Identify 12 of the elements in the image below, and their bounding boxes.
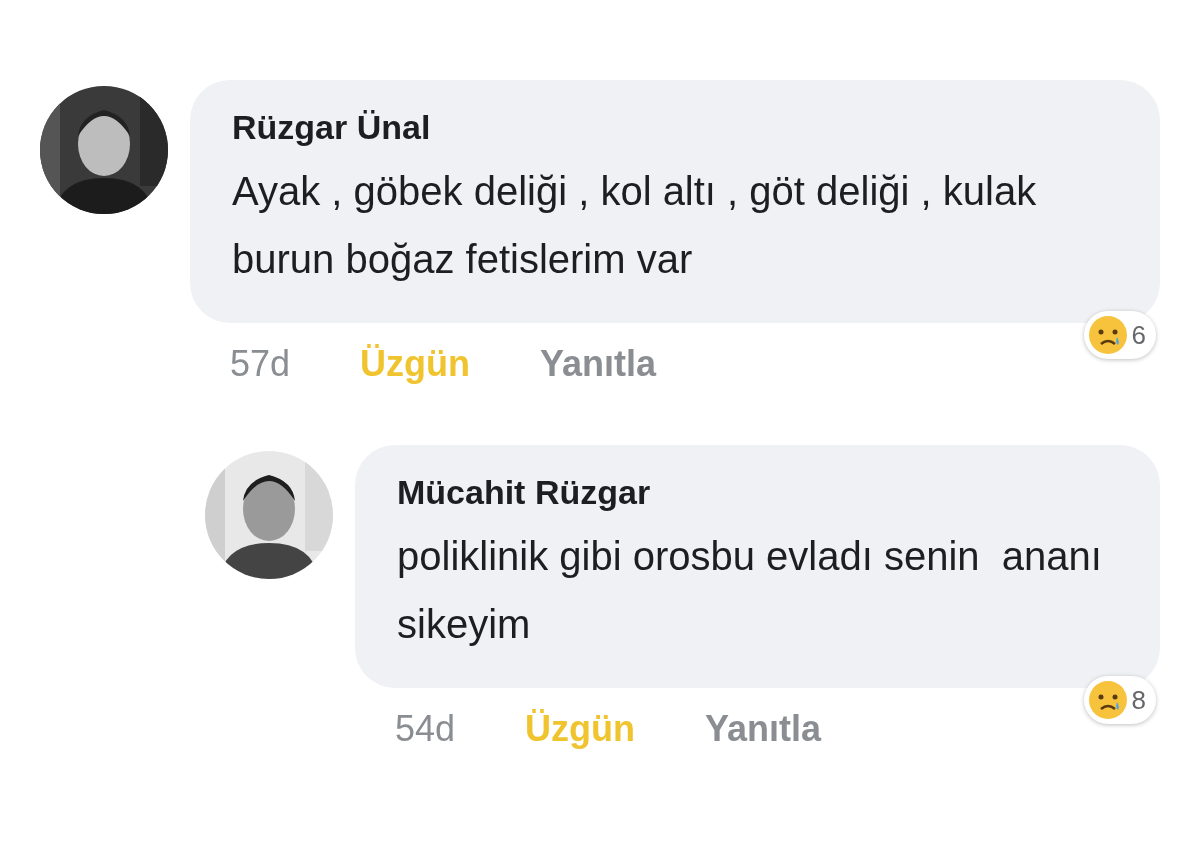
- sad-emoji-icon: [1087, 315, 1128, 355]
- comment-time: 57d: [230, 343, 291, 385]
- comment-time: 54d: [395, 708, 456, 750]
- sad-emoji-icon: [1087, 680, 1128, 720]
- reply-link[interactable]: Yanıtla: [540, 343, 657, 385]
- reaction-badge: 8: [1083, 676, 1156, 724]
- author-name: Rüzgar Ünal: [232, 108, 432, 147]
- author-name: Mücahit Rüzgar: [397, 473, 652, 512]
- reaction-badge: 6: [1083, 311, 1156, 359]
- comment-text: poliklinik gibi orosbu evladı senin ananı sikeyim: [397, 533, 1103, 648]
- comment-text: Ayak , göbek deliği , kol altı , göt deliği , kulak burun boğaz fetislerim var: [232, 168, 1038, 283]
- reply-link[interactable]: Yanıtla: [705, 708, 822, 750]
